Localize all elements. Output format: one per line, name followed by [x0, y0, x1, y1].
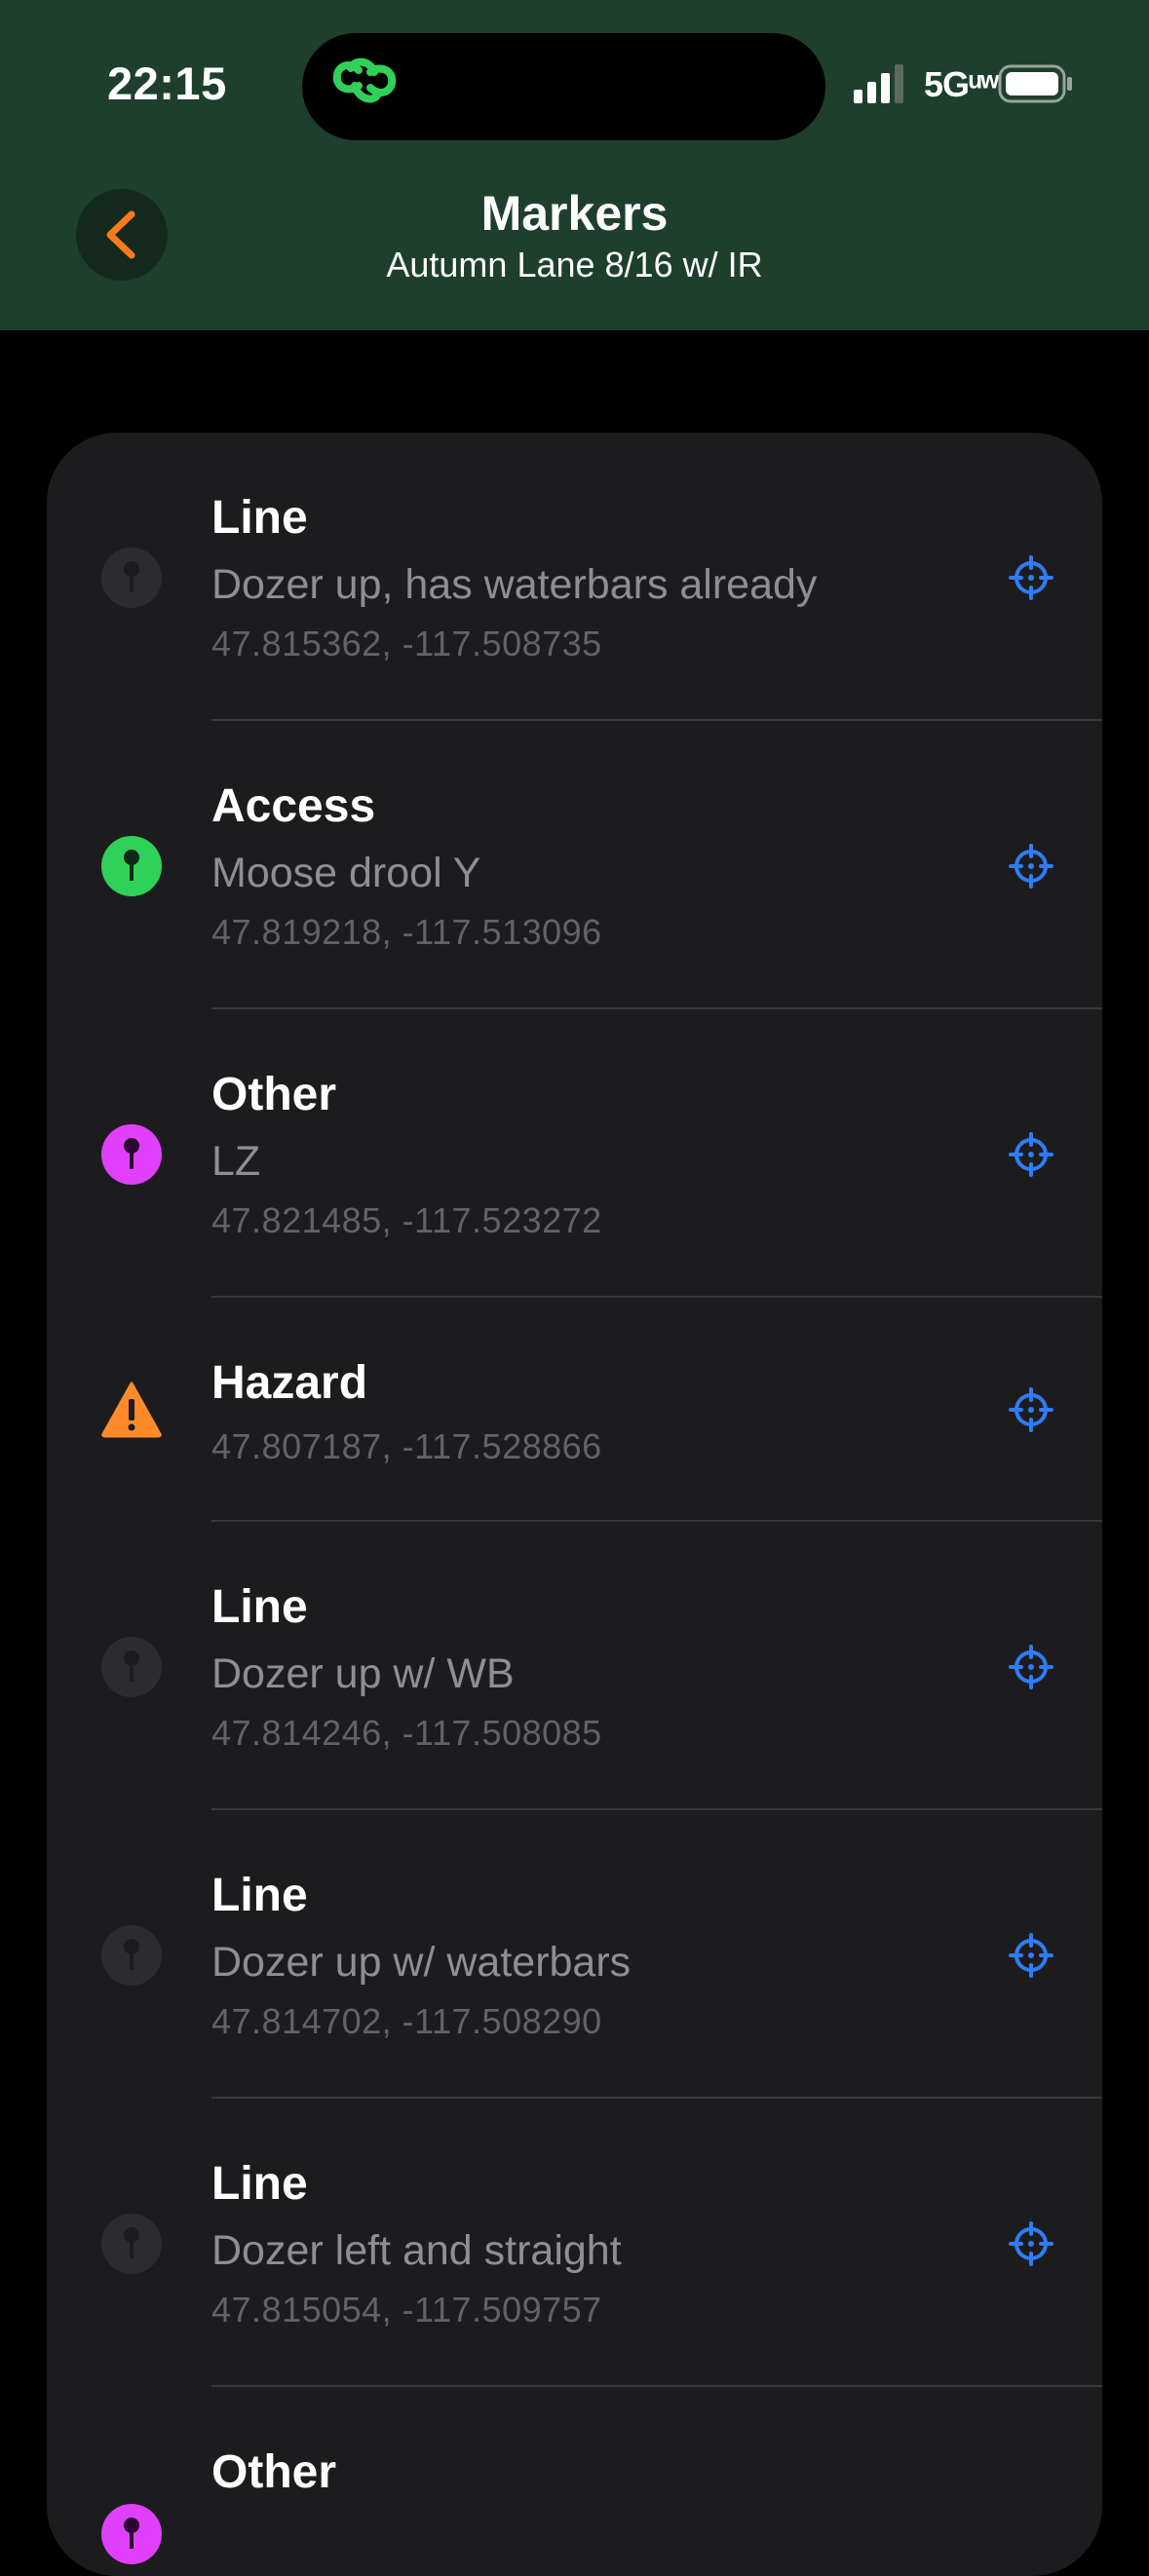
- page-subtitle: Autumn Lane 8/16 w/ IR: [386, 245, 763, 284]
- line-pin-icon: [101, 1925, 162, 1986]
- crosshair-icon[interactable]: [1009, 844, 1053, 889]
- marker-description: Dozer up w/ WB: [211, 1650, 515, 1697]
- marker-row[interactable]: Hazard 47.807187, -117.528866: [47, 1298, 1102, 1522]
- marker-row[interactable]: Line Dozer up w/ WB 47.814246, -117.5080…: [47, 1522, 1102, 1810]
- crosshair-icon[interactable]: [1009, 1933, 1053, 1978]
- markers-list: Line Dozer up, has waterbars already 47.…: [47, 433, 1102, 2576]
- marker-description: LZ: [211, 1138, 261, 1185]
- marker-type: Line: [211, 2158, 308, 2210]
- crosshair-icon[interactable]: [1009, 1132, 1053, 1177]
- marker-coordinates: 47.815362, -117.508735: [211, 624, 602, 663]
- marker-row[interactable]: Access Moose drool Y 47.819218, -117.513…: [47, 721, 1102, 1009]
- line-pin-icon: [101, 2214, 162, 2274]
- marker-row[interactable]: Line Dozer left and straight 47.815054, …: [47, 2099, 1102, 2387]
- crosshair-icon[interactable]: [1009, 555, 1053, 600]
- cellular-signal-icon: [854, 64, 903, 103]
- marker-coordinates: 47.807187, -117.528866: [211, 1426, 602, 1466]
- marker-type: Hazard: [211, 1357, 368, 1409]
- other-pin-icon: [101, 2504, 162, 2564]
- marker-type: Other: [211, 1069, 337, 1120]
- status-time: 22:15: [107, 57, 227, 109]
- marker-description: Dozer left and straight: [211, 2227, 622, 2274]
- marker-coordinates: 47.821485, -117.523272: [211, 1200, 602, 1240]
- marker-row[interactable]: Other: [47, 2387, 1102, 2576]
- marker-type: Line: [211, 492, 308, 544]
- marker-coordinates: 47.814702, -117.508290: [211, 2001, 602, 2041]
- access-pin-icon: [101, 836, 162, 896]
- marker-type: Line: [211, 1581, 308, 1633]
- crosshair-icon[interactable]: [1009, 1645, 1053, 1689]
- marker-description: Dozer up w/ waterbars: [211, 1939, 632, 1986]
- network-type: 5Gᵘʷ: [924, 64, 999, 104]
- marker-description: Dozer up, has waterbars already: [211, 561, 818, 608]
- hazard-warning-icon: [101, 1382, 162, 1438]
- header-bar: 22:15 5Gᵘʷ Markers Autumn Lane 8/16 w/ I…: [0, 0, 1149, 330]
- marker-row[interactable]: Line Dozer up, has waterbars already 47.…: [47, 433, 1102, 721]
- marker-type: Line: [211, 1870, 308, 1921]
- marker-type: Other: [211, 2446, 337, 2498]
- other-pin-icon: [101, 1124, 162, 1185]
- marker-coordinates: 47.819218, -117.513096: [211, 912, 602, 952]
- battery-icon: [998, 64, 1072, 103]
- link-icon: [332, 57, 397, 103]
- crosshair-icon[interactable]: [1009, 2221, 1053, 2266]
- marker-row[interactable]: Other LZ 47.821485, -117.523272: [47, 1009, 1102, 1298]
- marker-coordinates: 47.814246, -117.508085: [211, 1713, 602, 1753]
- page-title: Markers: [480, 186, 669, 241]
- line-pin-icon: [101, 548, 162, 608]
- dynamic-island: [302, 33, 825, 140]
- crosshair-icon[interactable]: [1009, 1387, 1053, 1432]
- line-pin-icon: [101, 1637, 162, 1697]
- marker-type: Access: [211, 780, 376, 832]
- marker-description: Moose drool Y: [211, 850, 481, 896]
- marker-row[interactable]: Line Dozer up w/ waterbars 47.814702, -1…: [47, 1810, 1102, 2099]
- marker-coordinates: 47.815054, -117.509757: [211, 2290, 602, 2330]
